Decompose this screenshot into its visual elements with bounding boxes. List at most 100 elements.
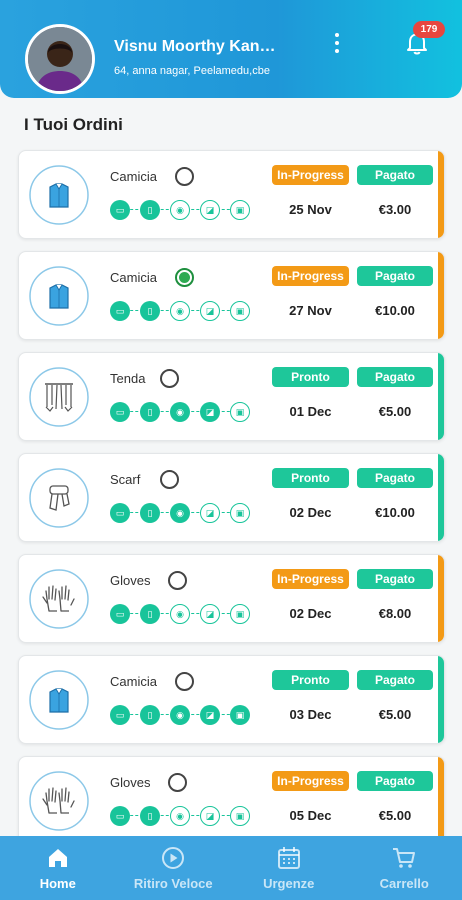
select-radio[interactable] xyxy=(167,571,187,590)
order-date: 03 Dec xyxy=(289,707,332,722)
item-name: Gloves xyxy=(110,573,151,588)
status-edge xyxy=(438,252,444,339)
progress-steps: ▭ ▯ ◉ ◪ ▣ xyxy=(110,301,260,321)
item-name: Camicia xyxy=(110,169,157,184)
status-edge xyxy=(438,656,444,743)
status-edge xyxy=(438,555,444,642)
select-radio[interactable] xyxy=(160,369,179,388)
tab-label: Urgenze xyxy=(263,876,315,891)
tab-carrello[interactable]: Carrello xyxy=(347,836,462,900)
tag-icon: ▯ xyxy=(140,200,160,220)
status-badge: Pronto xyxy=(272,367,349,387)
package-icon: ▣ xyxy=(230,200,250,220)
washing-icon: ◉ xyxy=(170,705,190,725)
progress-steps: ▭ ▯ ◉ ◪ ▣ xyxy=(110,705,260,725)
play-circle-icon xyxy=(162,847,185,869)
order-price: €5.00 xyxy=(378,404,412,419)
more-options-icon[interactable] xyxy=(329,30,345,56)
tab-home[interactable]: Home xyxy=(0,836,116,900)
status-badge: In-Progress xyxy=(272,266,349,286)
status-edge xyxy=(438,151,444,238)
shirt-icon xyxy=(29,266,89,326)
progress-steps: ▭ ▯ ◉ ◪ ▣ xyxy=(110,402,260,422)
progress-steps: ▭ ▯ ◉ ◪ ▣ xyxy=(110,503,260,523)
basket-icon: ▭ xyxy=(110,503,130,523)
status-badge: In-Progress xyxy=(272,165,349,185)
order-card[interactable]: Tenda ▭ ▯ ◉ ◪ ▣ Pronto Pagato 01 Dec €5.00 xyxy=(18,352,445,441)
washing-icon: ◉ xyxy=(170,604,190,624)
washing-icon: ◉ xyxy=(170,301,190,321)
order-card[interactable]: Gloves ▭ ▯ ◉ ◪ ▣ In-Progress Pagato 05 Dec €5.00 xyxy=(18,756,445,845)
gloves-icon xyxy=(29,569,89,629)
order-price: €10.00 xyxy=(375,505,415,520)
order-card[interactable]: Gloves ▭ ▯ ◉ ◪ ▣ In-Progress Pagato 02 Dec €8.00 xyxy=(18,554,445,643)
basket-icon: ▭ xyxy=(110,301,130,321)
package-icon: ▣ xyxy=(230,604,250,624)
iron-icon: ◪ xyxy=(200,402,220,422)
order-card[interactable]: Camicia ▭ ▯ ◉ ◪ ▣ Pronto Pagato 03 Dec €5.00 xyxy=(18,655,445,744)
washing-icon: ◉ xyxy=(170,402,190,422)
tag-icon: ▯ xyxy=(140,301,160,321)
status-edge xyxy=(438,353,444,440)
iron-icon: ◪ xyxy=(200,503,220,523)
basket-icon: ▭ xyxy=(110,705,130,725)
iron-icon: ◪ xyxy=(200,200,220,220)
order-date: 05 Dec xyxy=(289,808,332,823)
package-icon: ▣ xyxy=(230,402,250,422)
tag-icon: ▯ xyxy=(140,705,160,725)
payment-badge: Pagato xyxy=(357,569,433,589)
order-card[interactable]: Camicia ▭ ▯ ◉ ◪ ▣ In-Progress Pagato 25 Nov €3.00 xyxy=(18,150,445,239)
notification-badge: 179 xyxy=(413,21,445,38)
item-name: Tenda xyxy=(110,371,146,386)
package-icon: ▣ xyxy=(230,301,250,321)
iron-icon: ◪ xyxy=(200,806,220,826)
order-card[interactable]: Scarf ▭ ▯ ◉ ◪ ▣ Pronto Pagato 02 Dec €10.00 xyxy=(18,453,445,542)
select-radio[interactable] xyxy=(160,470,179,489)
order-price: €8.00 xyxy=(378,606,412,621)
payment-badge: Pagato xyxy=(357,266,433,286)
payment-badge: Pagato xyxy=(357,771,433,791)
order-date: 27 Nov xyxy=(289,303,332,318)
tab-ritiro-veloce[interactable]: Ritiro Veloce xyxy=(116,836,232,900)
order-date: 25 Nov xyxy=(289,202,332,217)
profile-header: Visnu Moorthy Kan… 64, anna nagar, Peela… xyxy=(0,0,462,98)
calendar-icon xyxy=(277,847,300,869)
curtain-icon xyxy=(29,367,89,427)
status-edge xyxy=(438,454,444,541)
order-price: €5.00 xyxy=(378,808,412,823)
page-title: I Tuoi Ordini xyxy=(24,115,123,134)
payment-badge: Pagato xyxy=(357,367,433,387)
iron-icon: ◪ xyxy=(200,604,220,624)
order-card[interactable]: Camicia ▭ ▯ ◉ ◪ ▣ In-Progress Pagato 27 Nov €10.0… xyxy=(18,251,445,340)
order-date: 02 Dec xyxy=(289,505,332,520)
select-radio[interactable] xyxy=(175,268,195,287)
tag-icon: ▯ xyxy=(140,402,160,422)
progress-steps: ▭ ▯ ◉ ◪ ▣ xyxy=(110,604,260,624)
tab-label: Carrello xyxy=(379,876,429,891)
select-radio[interactable] xyxy=(167,773,187,792)
tab-label: Home xyxy=(39,876,76,891)
order-date: 01 Dec xyxy=(289,404,332,419)
package-icon: ▣ xyxy=(230,705,250,725)
select-radio[interactable] xyxy=(175,167,195,186)
tab-urgenze[interactable]: Urgenze xyxy=(231,836,347,900)
payment-badge: Pagato xyxy=(357,670,433,690)
avatar[interactable] xyxy=(25,24,95,94)
progress-steps: ▭ ▯ ◉ ◪ ▣ xyxy=(110,200,260,220)
home-icon xyxy=(48,849,67,867)
tag-icon: ▯ xyxy=(140,806,160,826)
tag-icon: ▯ xyxy=(140,503,160,523)
avatar-photo xyxy=(28,27,92,91)
package-icon: ▣ xyxy=(230,806,250,826)
basket-icon: ▭ xyxy=(110,806,130,826)
shirt-icon xyxy=(29,165,89,225)
select-radio[interactable] xyxy=(175,672,195,691)
washing-icon: ◉ xyxy=(170,806,190,826)
basket-icon: ▭ xyxy=(110,402,130,422)
cart-icon xyxy=(393,848,416,868)
payment-badge: Pagato xyxy=(357,165,433,185)
status-badge: In-Progress xyxy=(272,771,349,791)
order-list: Camicia ▭ ▯ ◉ ◪ ▣ In-Progress Pagato 25 Nov €3.00… xyxy=(18,150,446,857)
tab-label: Ritiro Veloce xyxy=(133,876,213,891)
order-price: €5.00 xyxy=(378,707,412,722)
